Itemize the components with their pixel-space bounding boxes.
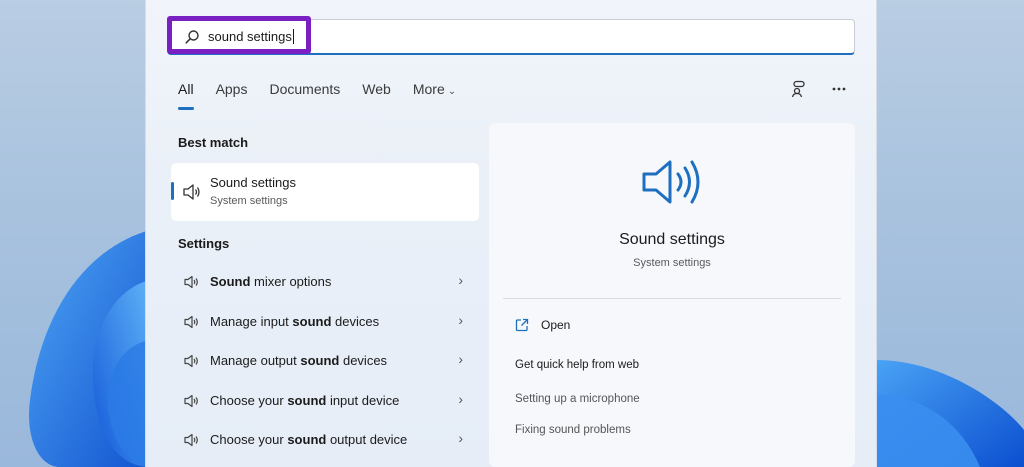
preview-subtitle: System settings	[633, 257, 711, 269]
setting-item-label: Choose your sound output device	[210, 432, 407, 447]
search-query-text: sound settings	[208, 29, 294, 44]
chevron-down-icon: ⌄	[447, 86, 457, 97]
label-bold: sound	[287, 393, 327, 408]
label-post: devices	[331, 314, 380, 329]
label-bold: sound	[300, 353, 340, 368]
best-match-heading: Best match	[178, 135, 249, 150]
search-input[interactable]: sound settings	[167, 19, 855, 55]
chevron-right-icon: ›	[458, 430, 463, 446]
label-bold: Sound	[210, 274, 251, 289]
text-caret	[292, 29, 294, 44]
preview-title: Sound settings	[619, 231, 725, 248]
setting-item-label: Choose your sound input device	[210, 393, 399, 408]
open-label: Open	[541, 318, 571, 332]
chevron-right-icon: ›	[458, 351, 463, 367]
chevron-right-icon: ›	[458, 391, 463, 407]
more-options-icon[interactable]	[830, 80, 848, 98]
best-match-item[interactable]: Sound settings System settings	[171, 163, 479, 221]
setting-item-sound-mixer[interactable]: Sound mixer options ›	[171, 264, 479, 300]
open-external-icon	[515, 318, 529, 332]
label-post: mixer options	[250, 274, 332, 289]
label-pre: Manage input	[210, 314, 293, 329]
tab-apps[interactable]: Apps	[216, 81, 248, 101]
tab-documents[interactable]: Documents	[269, 81, 340, 101]
label-post: output device	[326, 432, 408, 447]
tab-all[interactable]: All	[178, 81, 194, 110]
help-heading: Get quick help from web	[515, 359, 640, 371]
best-match-title: Sound settings	[210, 175, 297, 190]
chevron-right-icon: ›	[458, 272, 463, 288]
setting-item-input-device[interactable]: Choose your sound input device ›	[171, 383, 479, 419]
speaker-icon	[183, 184, 200, 200]
setting-item-output-device[interactable]: Choose your sound output device ›	[171, 422, 479, 458]
chevron-right-icon: ›	[458, 312, 463, 328]
toolbar-icons	[790, 80, 848, 98]
help-link-microphone[interactable]: Setting up a microphone	[515, 393, 640, 405]
label-pre: Choose your	[210, 432, 288, 447]
label-bold: sound	[287, 432, 327, 447]
setting-item-label: Manage input sound devices	[210, 314, 379, 329]
label-post: devices	[339, 353, 388, 368]
label-pre: Choose your	[210, 393, 288, 408]
filter-tabs: All Apps Documents Web More ⌄	[178, 81, 478, 110]
speaker-icon	[184, 394, 198, 408]
tab-more-label: More	[412, 81, 445, 97]
setting-item-label: Manage output sound devices	[210, 353, 387, 368]
speaker-icon	[184, 315, 198, 329]
open-button[interactable]: Open	[515, 318, 570, 332]
settings-heading: Settings	[178, 236, 230, 251]
label-post: input device	[326, 393, 400, 408]
preview-divider	[503, 298, 841, 299]
selection-indicator	[171, 182, 174, 200]
setting-item-input-devices[interactable]: Manage input sound devices ›	[171, 304, 479, 340]
speaker-icon	[184, 354, 198, 368]
help-link-sound-problems[interactable]: Fixing sound problems	[515, 424, 631, 436]
speaker-icon	[642, 160, 700, 204]
preview-pane: Sound settings System settings Open Get …	[489, 123, 855, 467]
speaker-icon	[184, 275, 198, 289]
tab-web[interactable]: Web	[362, 81, 391, 101]
best-match-subtitle: System settings	[210, 195, 288, 207]
speaker-icon	[184, 433, 198, 447]
label-pre: Manage output	[210, 353, 301, 368]
setting-item-label: Sound mixer options	[210, 274, 331, 289]
label-bold: sound	[292, 314, 332, 329]
tab-more[interactable]: More ⌄	[413, 81, 456, 101]
account-switch-icon[interactable]	[790, 80, 808, 98]
search-icon	[185, 30, 199, 44]
search-panel: sound settings All Apps Documents Web Mo…	[145, 0, 877, 467]
setting-item-output-devices[interactable]: Manage output sound devices ›	[171, 343, 479, 379]
